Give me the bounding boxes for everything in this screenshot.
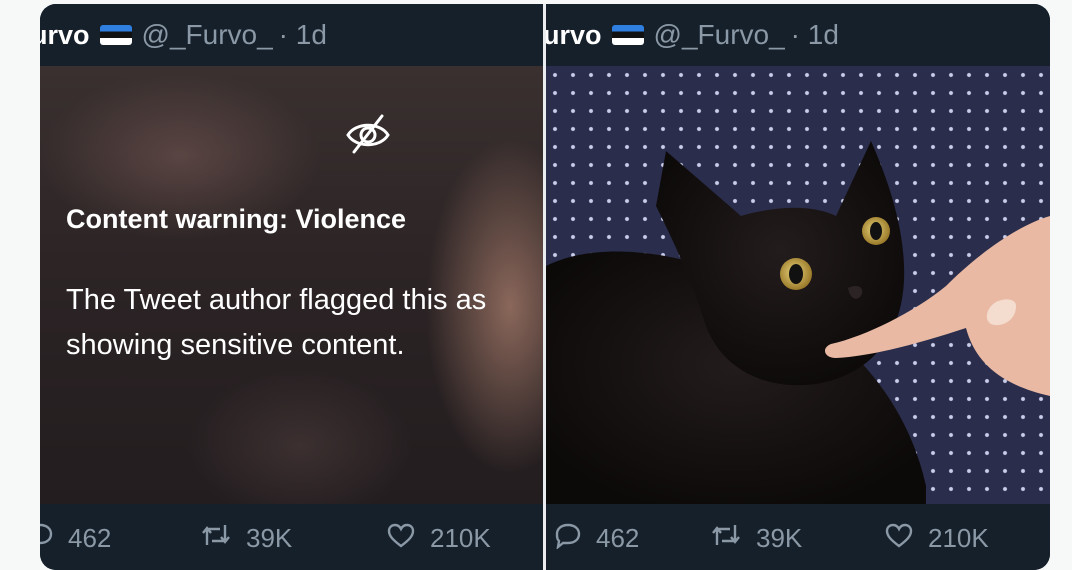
reply-icon bbox=[40, 521, 68, 556]
tweet-header: urvo @_Furvo_ · 1d bbox=[546, 4, 1050, 66]
retweet-count: 39K bbox=[246, 522, 293, 553]
tweet-actions: 462 39K 210K bbox=[40, 504, 543, 570]
tweet-header: urvo @_Furvo_ · 1d bbox=[40, 4, 543, 66]
sensitive-media[interactable]: Content warning: Violence The Tweet auth… bbox=[40, 66, 543, 504]
heart-icon bbox=[386, 521, 430, 556]
like-button[interactable]: 210K bbox=[884, 518, 989, 558]
display-name[interactable]: urvo bbox=[546, 20, 602, 51]
retweet-icon bbox=[710, 521, 756, 556]
left-tweet: urvo @_Furvo_ · 1d Content warning: Viol… bbox=[40, 4, 543, 570]
content-warning-body: The Tweet author flagged this as showing… bbox=[66, 284, 487, 361]
reply-count: 462 bbox=[68, 522, 112, 553]
like-count: 210K bbox=[430, 522, 491, 553]
tweet-actions: 462 39K 210K bbox=[546, 504, 1050, 570]
black-cat-photo[interactable] bbox=[546, 66, 1050, 504]
user-handle[interactable]: @_Furvo_ bbox=[654, 19, 785, 51]
right-tweet: urvo @_Furvo_ · 1d 462 39K 210K bbox=[546, 4, 1050, 570]
eye-slash-icon bbox=[342, 108, 394, 165]
reply-icon bbox=[554, 521, 596, 556]
user-handle[interactable]: @_Furvo_ bbox=[142, 19, 273, 51]
reply-button[interactable]: 462 bbox=[554, 518, 639, 558]
heart-icon bbox=[884, 521, 928, 556]
tweet-time: · 1d bbox=[278, 19, 327, 50]
reply-button[interactable]: 462 bbox=[40, 518, 111, 558]
retweet-button[interactable]: 39K bbox=[200, 518, 292, 558]
estonia-flag-icon bbox=[99, 25, 132, 45]
retweet-button[interactable]: 39K bbox=[710, 518, 802, 558]
retweet-count: 39K bbox=[756, 522, 803, 553]
reply-count: 462 bbox=[596, 522, 640, 553]
like-button[interactable]: 210K bbox=[386, 518, 491, 558]
display-name[interactable]: urvo bbox=[40, 20, 90, 51]
content-warning-title: Content warning: Violence bbox=[66, 204, 407, 234]
tweet-time: · 1d bbox=[790, 19, 839, 50]
like-count: 210K bbox=[928, 522, 989, 553]
estonia-flag-icon bbox=[611, 25, 644, 45]
cat-illustration bbox=[546, 141, 1050, 504]
retweet-icon bbox=[200, 521, 246, 556]
tweet-comparison-image: urvo @_Furvo_ · 1d Content warning: Viol… bbox=[40, 4, 1050, 570]
